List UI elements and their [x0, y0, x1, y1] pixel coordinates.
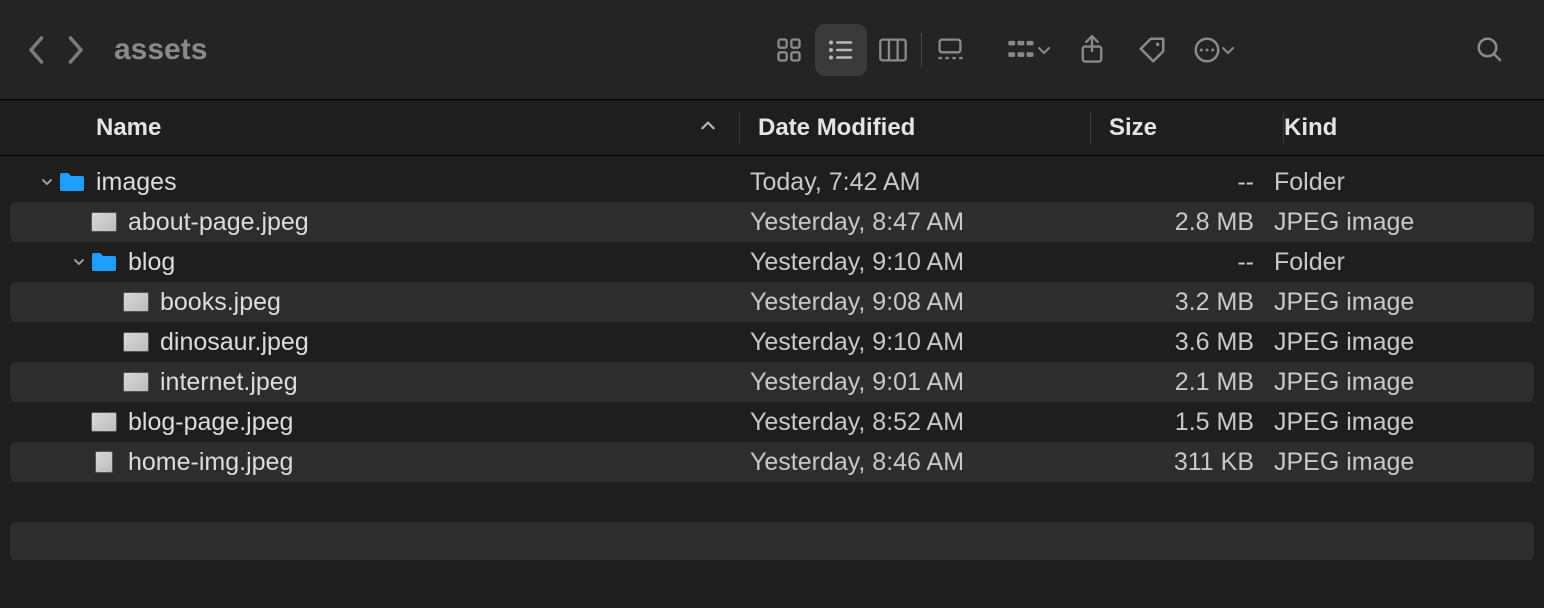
- icon-view-button[interactable]: [763, 24, 815, 76]
- cell-date: Yesterday, 9:10 AM: [732, 328, 1082, 357]
- column-kind-label: Kind: [1284, 114, 1337, 142]
- cell-kind: JPEG image: [1274, 408, 1534, 437]
- file-name: dinosaur.jpeg: [160, 328, 309, 357]
- file-row[interactable]: about-page.jpeg Yesterday, 8:47 AM2.8 MBJ…: [10, 202, 1534, 242]
- nav-group: [28, 35, 84, 65]
- cell-kind: JPEG image: [1274, 328, 1534, 357]
- column-view-button[interactable]: [867, 24, 919, 76]
- cell-date: Yesterday, 8:52 AM: [732, 408, 1082, 437]
- cell-size: 2.8 MB: [1082, 208, 1274, 237]
- cell-name: books.jpeg: [10, 288, 732, 317]
- column-kind[interactable]: Kind: [1284, 100, 1544, 155]
- column-date[interactable]: Date Modified: [740, 100, 1090, 155]
- cell-date: Yesterday, 8:46 AM: [732, 448, 1082, 477]
- view-switcher: [763, 24, 976, 76]
- column-name-label: Name: [96, 114, 161, 142]
- image-file-icon: [90, 451, 118, 473]
- disclosure-triangle[interactable]: [68, 255, 90, 269]
- forward-button[interactable]: [66, 35, 84, 65]
- file-name: about-page.jpeg: [128, 208, 309, 237]
- disclosure-triangle[interactable]: [36, 175, 58, 189]
- cell-date: Today, 7:42 AM: [732, 168, 1082, 197]
- image-file-icon: [90, 211, 118, 233]
- share-button[interactable]: [1066, 24, 1118, 76]
- cell-kind: JPEG image: [1274, 208, 1534, 237]
- cell-name: internet.jpeg: [10, 368, 732, 397]
- file-name: blog-page.jpeg: [128, 408, 293, 437]
- column-date-label: Date Modified: [758, 114, 915, 142]
- file-row[interactable]: home-img.jpeg Yesterday, 8:46 AM311 KBJPE…: [10, 442, 1534, 482]
- column-size-label: Size: [1109, 114, 1157, 142]
- cell-date: Yesterday, 9:10 AM: [732, 248, 1082, 277]
- file-row[interactable]: images Today, 7:42 AM--Folder: [10, 162, 1534, 202]
- cell-name: blog: [10, 248, 732, 277]
- group-by-button[interactable]: [1000, 24, 1058, 76]
- file-row[interactable]: internet.jpeg Yesterday, 9:01 AM2.1 MBJPE…: [10, 362, 1534, 402]
- file-row[interactable]: books.jpeg Yesterday, 9:08 AM3.2 MBJPEG i…: [10, 282, 1534, 322]
- footer-strip: [10, 522, 1534, 560]
- search-button[interactable]: [1464, 24, 1516, 76]
- toolbar-divider: [921, 33, 922, 67]
- file-row[interactable]: dinosaur.jpeg Yesterday, 9:10 AM3.6 MBJPE…: [10, 322, 1534, 362]
- sort-indicator-icon: [699, 114, 717, 142]
- chevron-down-icon: [1220, 42, 1236, 58]
- gallery-view-button[interactable]: [924, 24, 976, 76]
- cell-date: Yesterday, 9:08 AM: [732, 288, 1082, 317]
- cell-size: 1.5 MB: [1082, 408, 1274, 437]
- column-size[interactable]: Size: [1091, 100, 1283, 155]
- cell-name: home-img.jpeg: [10, 448, 732, 477]
- cell-kind: Folder: [1274, 248, 1534, 277]
- image-file-icon: [122, 291, 150, 313]
- file-name: images: [96, 168, 177, 197]
- column-header: Name Date Modified Size Kind: [0, 100, 1544, 156]
- cell-name: blog-page.jpeg: [10, 408, 732, 437]
- cell-size: 3.6 MB: [1082, 328, 1274, 357]
- file-list: imagesToday, 7:42 AM--Folderabout-page.j…: [0, 156, 1544, 488]
- image-file-icon: [90, 411, 118, 433]
- cell-name: about-page.jpeg: [10, 208, 732, 237]
- cell-size: --: [1082, 168, 1274, 197]
- cell-kind: JPEG image: [1274, 368, 1534, 397]
- file-name: internet.jpeg: [160, 368, 298, 397]
- window-title: assets: [114, 33, 207, 67]
- more-button[interactable]: [1186, 24, 1242, 76]
- cell-name: images: [10, 168, 732, 197]
- file-name: blog: [128, 248, 175, 277]
- cell-date: Yesterday, 8:47 AM: [732, 208, 1082, 237]
- cell-kind: Folder: [1274, 168, 1534, 197]
- cell-kind: JPEG image: [1274, 448, 1534, 477]
- file-name: home-img.jpeg: [128, 448, 293, 477]
- image-file-icon: [122, 331, 150, 353]
- toolbar-right-group: [1000, 24, 1242, 76]
- folder-icon: [90, 251, 118, 273]
- file-row[interactable]: blog-page.jpeg Yesterday, 8:52 AM1.5 MBJP…: [10, 402, 1534, 442]
- file-name: books.jpeg: [160, 288, 281, 317]
- cell-kind: JPEG image: [1274, 288, 1534, 317]
- cell-size: 2.1 MB: [1082, 368, 1274, 397]
- chevron-down-icon: [1036, 42, 1052, 58]
- list-view-button[interactable]: [815, 24, 867, 76]
- toolbar: assets: [0, 0, 1544, 100]
- cell-size: 311 KB: [1082, 448, 1274, 477]
- image-file-icon: [122, 371, 150, 393]
- cell-name: dinosaur.jpeg: [10, 328, 732, 357]
- folder-icon: [58, 171, 86, 193]
- cell-size: 3.2 MB: [1082, 288, 1274, 317]
- cell-date: Yesterday, 9:01 AM: [732, 368, 1082, 397]
- file-row[interactable]: blog Yesterday, 9:10 AM--Folder: [10, 242, 1534, 282]
- column-name[interactable]: Name: [0, 100, 739, 155]
- tags-button[interactable]: [1126, 24, 1178, 76]
- back-button[interactable]: [28, 35, 46, 65]
- cell-size: --: [1082, 248, 1274, 277]
